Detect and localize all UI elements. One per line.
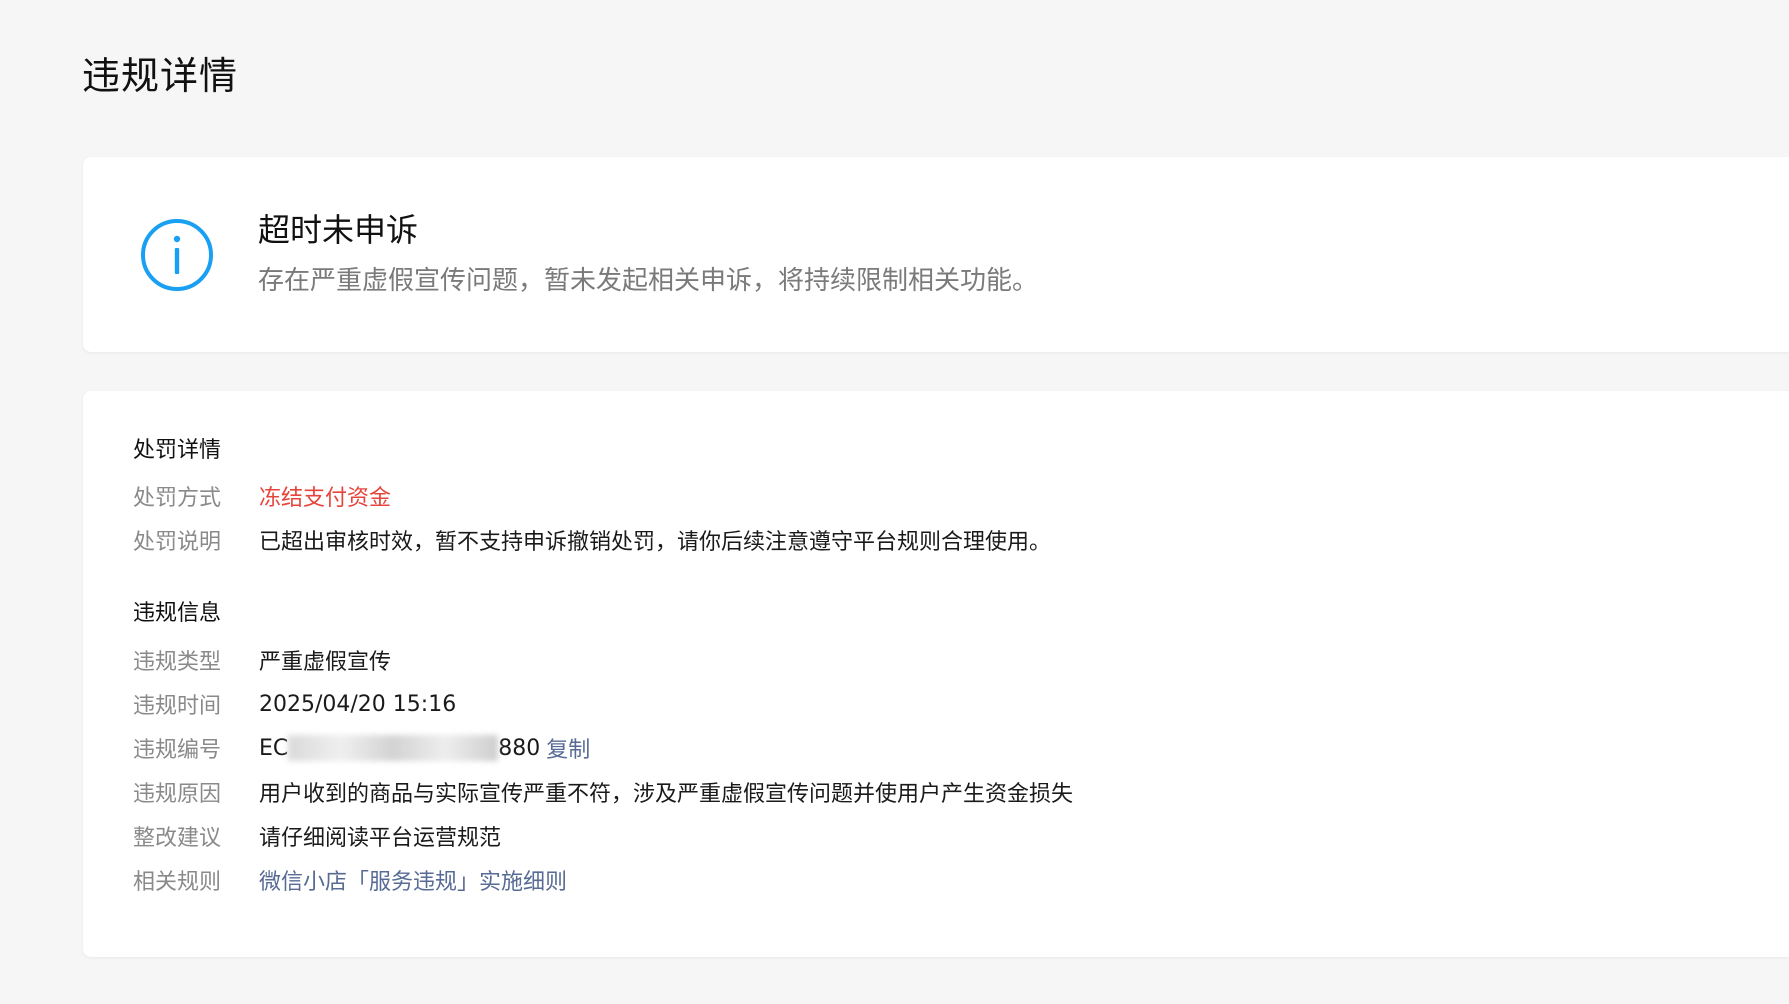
penalty-method-row: 处罚方式 冻结支付资金 [133,478,391,514]
violation-advice-label: 整改建议 [133,826,222,851]
status-title: 超时未申诉 [258,211,419,249]
violation-type-label: 违规类型 [133,650,222,675]
related-rule-label: 相关规则 [133,870,222,895]
detail-card: 处罚详情 处罚方式 冻结支付资金 处罚说明 已超出审核时效，暂不支持申诉撤销处罚… [83,391,1789,957]
related-rule-row: 相关规则 微信小店「服务违规」实施细则 [133,862,567,898]
violation-reason-row: 违规原因 用户收到的商品与实际宣传严重不符，涉及严重虚假宣传问题并使用户产生资金… [133,774,1073,810]
violation-reason-value: 用户收到的商品与实际宣传严重不符，涉及严重虚假宣传问题并使用户产生资金损失 [259,782,1074,807]
violation-time-value: 2025/04/20 15:16 [259,691,457,717]
violation-id-value: EC 880 [259,735,540,761]
violation-type-value: 严重虚假宣传 [259,650,392,675]
violation-reason-label: 违规原因 [133,782,222,807]
related-rule-link[interactable]: 微信小店「服务违规」实施细则 [259,864,567,896]
violation-id-label: 违规编号 [133,738,222,763]
info-icon [141,219,213,291]
violation-time-label: 违规时间 [133,694,222,719]
penalty-method-value: 冻结支付资金 [259,486,392,511]
page-title: 违规详情 [82,54,239,98]
penalty-note-value: 已超出审核时效，暂不支持申诉撤销处罚，请你后续注意遵守平台规则合理使用。 [259,530,1052,555]
violation-section-title: 违规信息 [133,601,222,626]
violation-id-suffix: 880 [498,735,541,761]
penalty-note-label: 处罚说明 [133,530,222,555]
violation-id-row: 违规编号 EC 880 复制 [133,730,590,766]
violation-advice-value: 请仔细阅读平台运营规范 [259,826,502,851]
status-description: 存在严重虚假宣传问题，暂未发起相关申诉，将持续限制相关功能。 [258,266,1039,296]
penalty-section-title: 处罚详情 [133,438,222,463]
violation-id-prefix: EC [259,735,289,761]
penalty-method-label: 处罚方式 [133,486,222,511]
redacted-mask [288,735,499,761]
violation-time-row: 违规时间 2025/04/20 15:16 [133,686,456,722]
status-card: 超时未申诉 存在严重虚假宣传问题，暂未发起相关申诉，将持续限制相关功能。 [83,157,1789,352]
violation-type-row: 违规类型 严重虚假宣传 [133,642,391,678]
penalty-note-row: 处罚说明 已超出审核时效，暂不支持申诉撤销处罚，请你后续注意遵守平台规则合理使用… [133,522,1051,558]
copy-button[interactable]: 复制 [546,732,590,764]
violation-advice-row: 整改建议 请仔细阅读平台运营规范 [133,818,501,854]
